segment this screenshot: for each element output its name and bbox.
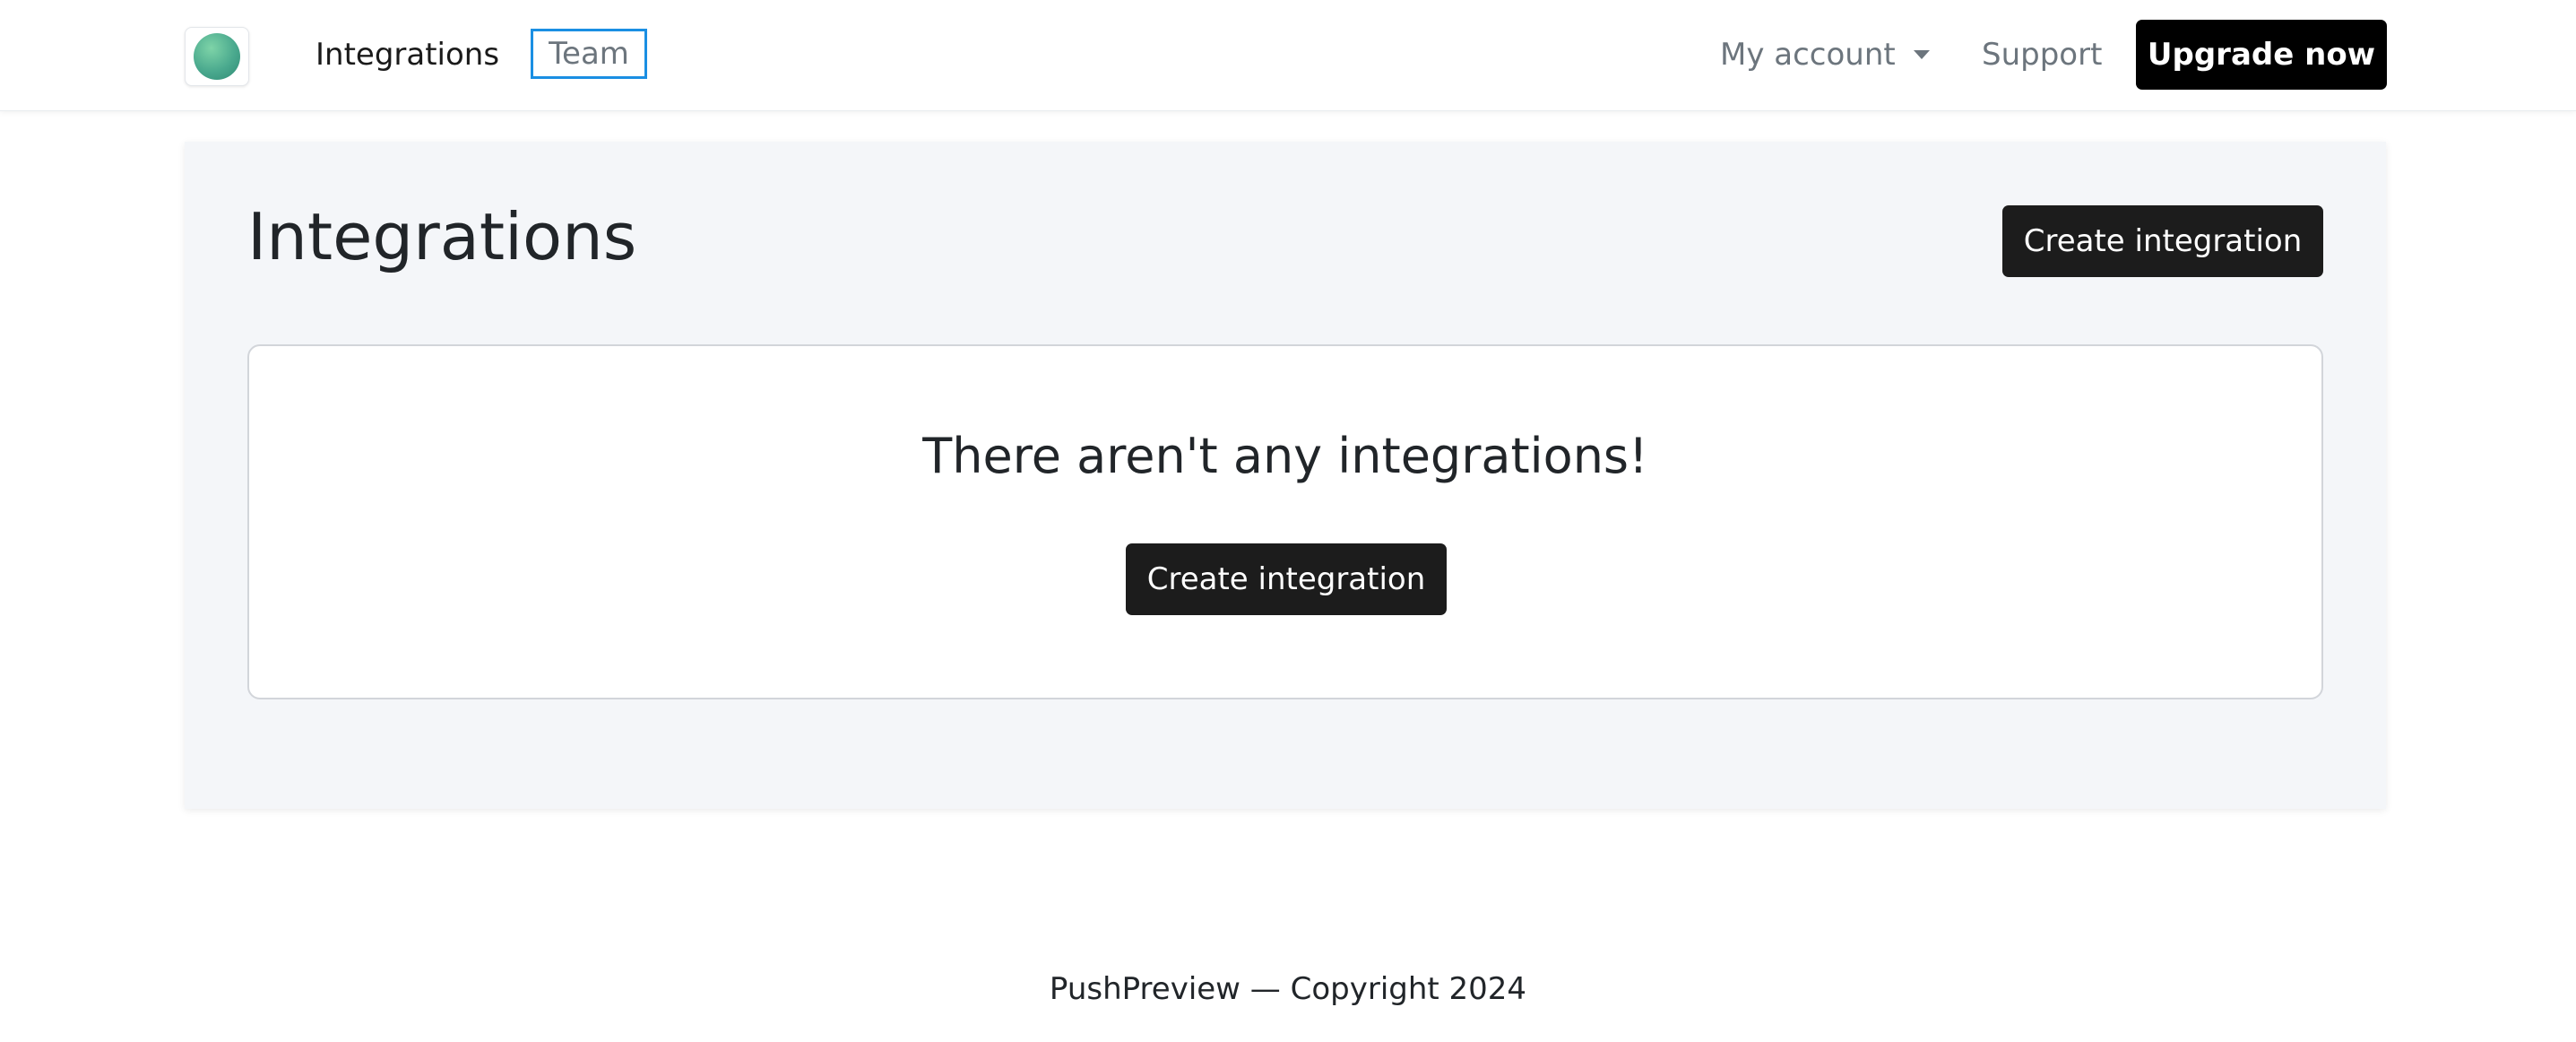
page-title: Integrations	[247, 199, 637, 274]
create-integration-button[interactable]: Create integration	[2002, 205, 2323, 277]
top-navbar: Integrations Team My account Support Upg…	[0, 0, 2576, 111]
nav-link-team[interactable]: Team	[531, 29, 647, 79]
my-account-label: My account	[1720, 37, 1896, 73]
integrations-panel: Integrations Create integration There ar…	[185, 142, 2386, 809]
app-logo-icon	[194, 33, 240, 80]
footer-copyright: PushPreview — Copyright 2024	[1049, 971, 1527, 1007]
nav-link-integrations[interactable]: Integrations	[316, 39, 499, 70]
empty-state-card: There aren't any integrations! Create in…	[247, 344, 2323, 699]
empty-state-create-integration-button[interactable]: Create integration	[1126, 543, 1447, 615]
app-logo[interactable]	[185, 27, 249, 86]
upgrade-now-button[interactable]: Upgrade now	[2136, 20, 2387, 90]
chevron-down-icon	[1913, 50, 1930, 59]
my-account-dropdown[interactable]: My account	[1720, 39, 1930, 70]
empty-state-message: There aren't any integrations!	[922, 428, 1648, 484]
nav-link-support[interactable]: Support	[1982, 39, 2102, 70]
